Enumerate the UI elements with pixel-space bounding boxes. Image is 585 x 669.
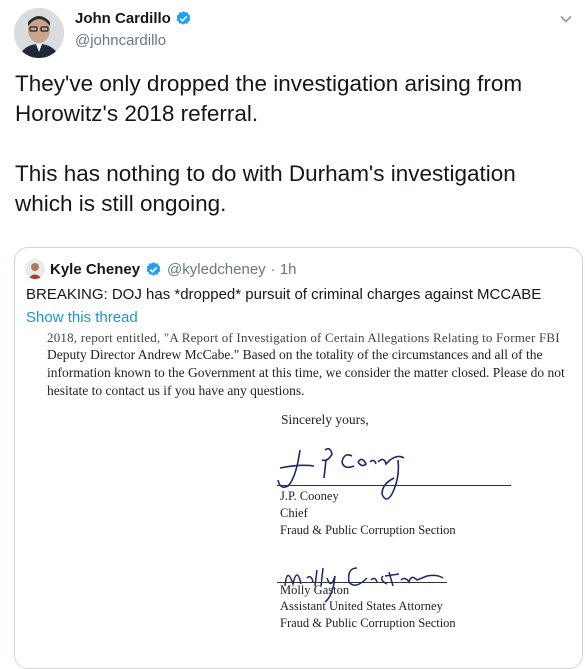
- signature-line: [277, 485, 511, 486]
- tweet-paragraph: They've only dropped the investigation a…: [15, 71, 523, 126]
- document-line: Deputy Director Andrew McCabe." Based on…: [47, 347, 543, 362]
- quoted-header: Kyle Cheney @kyledcheney · 1h: [25, 259, 297, 279]
- document-line: hesitate to contact us if you have any q…: [47, 383, 305, 398]
- signer1-title: Chief: [280, 506, 308, 520]
- signer2-title: Assistant United States Attorney: [280, 599, 443, 613]
- quoted-tweet[interactable]: Kyle Cheney @kyledcheney · 1h BREAKING: …: [14, 247, 583, 669]
- author-handle[interactable]: @johncardillo: [75, 32, 166, 49]
- document-line: 2018, report entitled, "A Report of Inve…: [47, 330, 560, 345]
- quoted-time: · 1h: [270, 260, 297, 278]
- author-avatar[interactable]: [14, 8, 64, 58]
- document-line: information known to the Government at t…: [47, 365, 565, 380]
- author-name[interactable]: John Cardillo: [75, 10, 171, 27]
- quoted-document-image[interactable]: 2018, report entitled, "A Report of Inve…: [15, 330, 582, 668]
- verified-badge-icon: [146, 261, 161, 276]
- author-name-row[interactable]: John Cardillo: [75, 10, 192, 27]
- signer1-section: Fraud & Public Corruption Section: [280, 523, 456, 537]
- tweet-paragraph: This has nothing to do with Durham's inv…: [15, 161, 516, 216]
- tweet-text: They've only dropped the investigation a…: [15, 69, 570, 219]
- signer2-name: Molly Gaston: [280, 583, 350, 597]
- quoted-text: BREAKING: DOJ has *dropped* pursuit of c…: [26, 286, 542, 303]
- signer1-name: J.P. Cooney: [280, 489, 339, 503]
- document-closing: Sincerely yours,: [281, 412, 369, 427]
- show-thread-link[interactable]: Show this thread: [26, 309, 138, 326]
- signer2-section: Fraud & Public Corruption Section: [280, 616, 456, 630]
- quoted-name: Kyle Cheney: [50, 260, 141, 278]
- chevron-down-icon[interactable]: [559, 12, 573, 26]
- quoted-handle: @kyledcheney: [167, 260, 266, 278]
- verified-badge-icon: [176, 11, 191, 25]
- quoted-avatar: [25, 259, 45, 279]
